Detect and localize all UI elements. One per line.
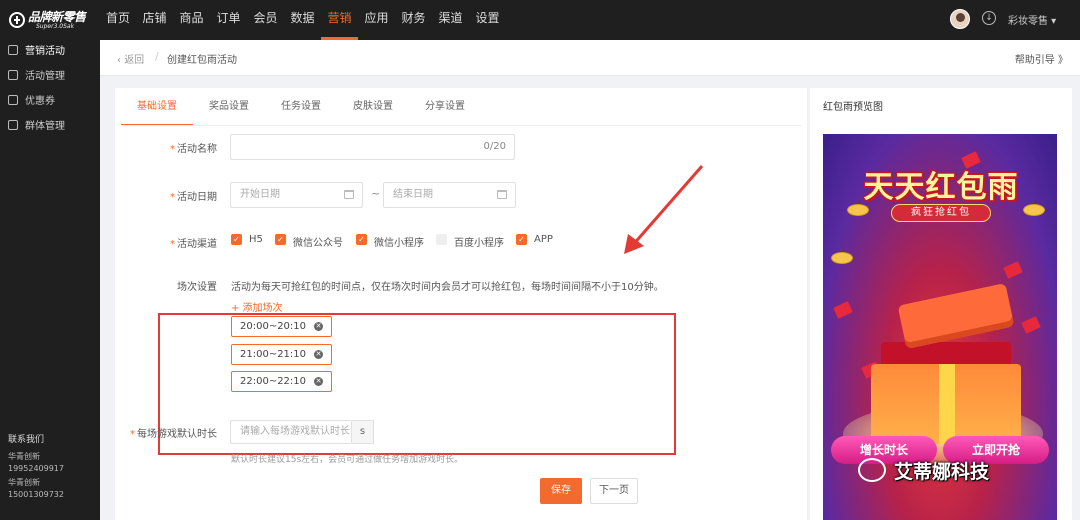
remove-icon[interactable]: ✕: [314, 377, 323, 386]
sidebar: 营销活动 活动管理 优惠券 群体管理 联系我们 华青创新 19952409917…: [0, 40, 100, 520]
banner-title: 天天红包雨: [863, 170, 1019, 205]
nav-item[interactable]: 数据: [284, 0, 321, 40]
session-slot[interactable]: 22:00~22:10 ✕: [231, 371, 332, 392]
start-date-input[interactable]: 开始日期: [230, 182, 363, 208]
envelope-decoration: [833, 301, 853, 319]
channel-label: 微信小程序: [374, 238, 424, 249]
nav-item[interactable]: 商品: [173, 0, 210, 40]
remove-icon[interactable]: ✕: [314, 322, 323, 331]
activity-name-input[interactable]: 0/20: [230, 134, 515, 160]
nav-item[interactable]: 营销: [321, 0, 358, 40]
preview-title: 红包雨预览图: [823, 102, 883, 113]
sidebar-item-coupons[interactable]: 优惠券: [0, 90, 100, 114]
channel-label: APP: [534, 234, 553, 245]
activity-channel-label: * 活动渠道: [170, 239, 217, 250]
save-button[interactable]: 保存: [540, 478, 582, 504]
main-nav: 首页 店铺 商品 订单 会员 数据 营销 应用 财务 渠道 设置: [100, 0, 506, 40]
calendar-icon: [344, 190, 354, 199]
breadcrumb-separator: /: [155, 50, 159, 63]
store-switcher[interactable]: 彩妆零售 ▾: [1008, 12, 1080, 27]
remove-icon[interactable]: ✕: [314, 350, 323, 359]
preview-banner: 天天红包雨 疯狂抢红包: [845, 162, 1037, 222]
session-slot[interactable]: 21:00~21:10 ✕: [231, 344, 332, 365]
tab-skin[interactable]: 皮肤设置: [337, 96, 409, 126]
date-separator: ~: [371, 187, 381, 200]
channel-label: H5: [249, 234, 263, 245]
annotation-arrow-icon: [624, 165, 704, 254]
envelope-decoration: [1003, 261, 1023, 279]
next-page-button[interactable]: 下一页: [590, 478, 638, 504]
channel-checkbox-wechat-mini[interactable]: ✓: [356, 234, 367, 245]
nav-item[interactable]: 店铺: [136, 0, 173, 40]
wechat-icon: [858, 458, 886, 482]
sidebar-item-activities[interactable]: 活动管理: [0, 65, 100, 89]
coupon-icon: [8, 95, 18, 105]
brand-logo[interactable]: 品牌新零售 Super3.0Sak: [6, 7, 98, 33]
nav-item[interactable]: 首页: [100, 0, 136, 40]
contact-title: 联系我们: [8, 435, 45, 445]
download-icon[interactable]: ↓: [982, 11, 996, 25]
nav-item[interactable]: 应用: [358, 0, 395, 40]
nav-item[interactable]: 会员: [247, 0, 284, 40]
settings-tabs: 基础设置 奖品设置 任务设置 皮肤设置 分享设置: [121, 96, 481, 126]
nav-item[interactable]: 设置: [469, 0, 506, 40]
duration-label: * 每场游戏默认时长: [130, 429, 217, 440]
tabs-divider: [121, 125, 801, 126]
tab-tasks[interactable]: 任务设置: [265, 96, 337, 126]
watermark: 艾蒂娜科技: [858, 455, 1058, 489]
users-icon: [8, 120, 18, 130]
duration-hint: 默认时长建议15s左右，会员可通过做任务增加游戏时长。: [231, 455, 464, 465]
form-card: 基础设置 奖品设置 任务设置 皮肤设置 分享设置 * 活动名称 0/20 * 活动日…: [115, 88, 807, 520]
activity-date-label: * 活动日期: [170, 192, 217, 203]
channel-checkbox-wechat-official[interactable]: ✓: [275, 234, 286, 245]
sidebar-item-groups[interactable]: 群体管理: [0, 115, 100, 139]
session-label: 场次设置: [177, 282, 217, 293]
duration-unit: s: [352, 420, 374, 444]
sidebar-item-marketing[interactable]: 营销活动: [0, 40, 100, 64]
nav-item[interactable]: 渠道: [432, 0, 469, 40]
channel-checkbox-baidu-mini[interactable]: [436, 234, 447, 245]
avatar[interactable]: [950, 9, 970, 29]
tab-share[interactable]: 分享设置: [409, 96, 481, 126]
nav-item[interactable]: 财务: [395, 0, 432, 40]
nav-item[interactable]: 订单: [210, 0, 247, 40]
logo-icon: [9, 12, 26, 28]
banner-subtitle: 疯狂抢红包: [891, 204, 991, 222]
tag-icon: [8, 45, 18, 55]
watermark-text: 艾蒂娜科技: [894, 461, 990, 483]
top-navbar: 品牌新零售 Super3.0Sak 首页 店铺 商品 订单 会员 数据 营销 应用 财务 渠道 设置…: [0, 0, 1080, 40]
activity-name-label: * 活动名称: [170, 144, 217, 155]
end-date-input[interactable]: 结束日期: [383, 182, 516, 208]
tab-prizes[interactable]: 奖品设置: [193, 96, 265, 126]
duration-input[interactable]: 请输入每场游戏默认时长: [230, 420, 352, 444]
main-content: ‹ 返回 / 创建红包雨活动 帮助引导 》 基础设置 奖品设置 任务设置 皮肤设…: [100, 40, 1080, 520]
help-guide-link[interactable]: 帮助引导 》: [1015, 51, 1068, 66]
channel-checkbox-h5[interactable]: ✓: [231, 234, 242, 245]
contact-entry: 华青创新 15001309732: [8, 478, 64, 499]
add-session-link[interactable]: + 添加场次: [231, 299, 283, 314]
page-header: ‹ 返回 / 创建红包雨活动 帮助引导 》: [100, 40, 1080, 76]
contact-entry: 华青创新 19952409917: [8, 452, 64, 473]
calendar-icon: [497, 190, 507, 199]
page-title: 创建红包雨活动: [167, 55, 237, 66]
channel-label: 百度小程序: [454, 238, 504, 249]
session-slot[interactable]: 20:00~20:10 ✕: [231, 316, 332, 337]
coin-decoration: [831, 252, 853, 264]
back-link[interactable]: ‹ 返回: [117, 51, 144, 66]
channel-label: 微信公众号: [293, 238, 343, 249]
gift-box-illustration: [861, 283, 1031, 444]
session-description: 活动为每天可抢红包的时间点，仅在场次时间内会员才可以抢红包，每场时间间隔不小于1…: [231, 282, 664, 293]
calendar-icon: [8, 70, 18, 80]
logo-subtext: Super3.0Sak: [36, 23, 75, 30]
channel-checkbox-app[interactable]: ✓: [516, 234, 527, 245]
char-counter: 0/20: [483, 141, 506, 152]
tab-basic[interactable]: 基础设置: [121, 96, 193, 126]
